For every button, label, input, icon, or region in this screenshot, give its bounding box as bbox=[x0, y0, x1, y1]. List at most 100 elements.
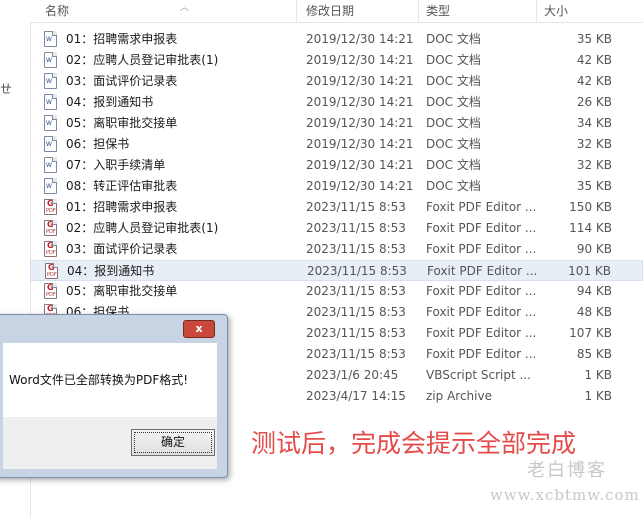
file-size: 26 KB bbox=[576, 95, 612, 109]
column-size[interactable]: 大小 bbox=[544, 2, 568, 20]
file-date: 2023/11/15 8:53 bbox=[306, 284, 406, 298]
file-type: DOC 文档 bbox=[426, 74, 481, 88]
file-type: Foxit PDF Editor ... bbox=[426, 305, 537, 319]
file-type: DOC 文档 bbox=[426, 179, 481, 193]
file-date: 2023/11/15 8:53 bbox=[306, 347, 406, 361]
file-date: 2023/1/6 20:45 bbox=[306, 368, 399, 382]
doc-file-icon: W bbox=[44, 73, 57, 89]
doc-file-icon: W bbox=[44, 52, 57, 68]
close-button[interactable]: x bbox=[183, 320, 215, 338]
ok-button[interactable]: 确定 bbox=[131, 429, 215, 456]
file-size: 48 KB bbox=[576, 305, 612, 319]
column-type[interactable]: 类型 bbox=[426, 2, 450, 20]
file-row[interactable]: G PDF 03：面试评价记录表 2023/11/15 8:53 Foxit PDF E… bbox=[30, 239, 643, 260]
file-size: 42 KB bbox=[576, 74, 612, 88]
doc-file-icon: W bbox=[44, 178, 57, 194]
file-name: 08：转正评估审批表 bbox=[66, 179, 178, 193]
doc-file-icon: W bbox=[44, 136, 57, 152]
dialog-message: Word文件已全部转换为PDF格式! bbox=[9, 373, 189, 387]
file-name: 04：报到通知书 bbox=[67, 264, 155, 278]
file-type: DOC 文档 bbox=[426, 158, 481, 172]
file-size: 1 KB bbox=[584, 368, 612, 382]
file-row[interactable]: W 03：面试评价记录表 2019/12/30 14:21 DOC 文档 42 KB bbox=[30, 71, 643, 92]
column-date[interactable]: 修改日期 bbox=[306, 2, 354, 20]
file-date: 2019/12/30 14:21 bbox=[306, 74, 414, 88]
file-size: 35 KB bbox=[576, 32, 612, 46]
file-type: DOC 文档 bbox=[426, 95, 481, 109]
file-date: 2023/11/15 8:53 bbox=[306, 242, 406, 256]
file-name: 01：招聘需求申报表 bbox=[66, 32, 178, 46]
sort-arrow-icon: ︿ bbox=[180, 3, 190, 13]
file-type: DOC 文档 bbox=[426, 116, 481, 130]
file-type: Foxit PDF Editor ... bbox=[426, 347, 537, 361]
file-date: 2019/12/30 14:21 bbox=[306, 158, 414, 172]
nav-item-fragment[interactable]: ㄝ bbox=[0, 80, 12, 97]
dialog-footer: 确定 bbox=[3, 417, 217, 469]
file-date: 2023/11/15 8:53 bbox=[306, 200, 406, 214]
file-type: VBScript Script ... bbox=[426, 368, 531, 382]
file-size: 32 KB bbox=[576, 158, 612, 172]
file-size: 150 KB bbox=[569, 200, 612, 214]
file-row[interactable]: G PDF 01：招聘需求申报表 2023/11/15 8:53 Foxit PDF E… bbox=[30, 197, 643, 218]
file-size: 32 KB bbox=[576, 137, 612, 151]
file-size: 114 KB bbox=[569, 221, 612, 235]
file-type: Foxit PDF Editor ... bbox=[426, 284, 537, 298]
column-divider[interactable] bbox=[296, 0, 297, 22]
column-divider[interactable] bbox=[418, 0, 419, 22]
pdf-file-icon: GPDF bbox=[44, 220, 57, 236]
file-row[interactable]: W 08：转正评估审批表 2019/12/30 14:21 DOC 文档 35 KB bbox=[30, 176, 643, 197]
file-size: 34 KB bbox=[576, 116, 612, 130]
file-name: 05：离职审批交接单 bbox=[66, 284, 178, 298]
file-row[interactable]: G PDF 02：应聘人员登记审批表(1) 2023/11/15 8:53 Foxit … bbox=[30, 218, 643, 239]
file-size: 101 KB bbox=[568, 264, 611, 278]
pdf-file-icon: GPDF bbox=[44, 199, 57, 215]
file-type: Foxit PDF Editor ... bbox=[427, 264, 538, 278]
watermark-url: www.xcbtmw.com bbox=[490, 486, 640, 504]
file-date: 2019/12/30 14:21 bbox=[306, 32, 414, 46]
file-row[interactable]: W 06：担保书 2019/12/30 14:21 DOC 文档 32 KB bbox=[30, 134, 643, 155]
pdf-file-icon: GPDF bbox=[44, 283, 57, 299]
file-row[interactable]: W 05：离职审批交接单 2019/12/30 14:21 DOC 文档 34 KB bbox=[30, 113, 643, 134]
file-size: 35 KB bbox=[576, 179, 612, 193]
file-size: 94 KB bbox=[576, 284, 612, 298]
file-name: 03：面试评价记录表 bbox=[66, 74, 178, 88]
dialog-body: Word文件已全部转换为PDF格式! bbox=[3, 343, 217, 417]
file-row[interactable]: G PDF 04：报到通知书 2023/11/15 8:53 Foxit PDF Edi… bbox=[30, 260, 643, 281]
file-row[interactable]: W 01：招聘需求申报表 2019/12/30 14:21 DOC 文档 35 KB bbox=[30, 29, 643, 50]
watermark-title: 老白博客 bbox=[527, 460, 607, 481]
file-name: 03：面试评价记录表 bbox=[66, 242, 178, 256]
file-name: 01：招聘需求申报表 bbox=[66, 200, 178, 214]
file-size: 90 KB bbox=[576, 242, 612, 256]
file-type: Foxit PDF Editor ... bbox=[426, 242, 537, 256]
doc-file-icon: W bbox=[44, 115, 57, 131]
doc-file-icon: W bbox=[44, 157, 57, 173]
file-row[interactable]: W 04：报到通知书 2019/12/30 14:21 DOC 文档 26 KB bbox=[30, 92, 643, 113]
file-date: 2023/11/15 8:53 bbox=[306, 326, 406, 340]
file-size: 1 KB bbox=[584, 389, 612, 403]
file-date: 2023/11/15 8:53 bbox=[306, 221, 406, 235]
column-divider[interactable] bbox=[536, 0, 537, 22]
file-date: 2019/12/30 14:21 bbox=[306, 95, 414, 109]
file-size: 42 KB bbox=[576, 53, 612, 67]
file-type: Foxit PDF Editor ... bbox=[426, 326, 537, 340]
file-name: 02：应聘人员登记审批表(1) bbox=[66, 53, 219, 67]
file-row[interactable]: W 07：入职手续清单 2019/12/30 14:21 DOC 文档 32 KB bbox=[30, 155, 643, 176]
file-type: DOC 文档 bbox=[426, 32, 481, 46]
file-name: 05：离职审批交接单 bbox=[66, 116, 178, 130]
pdf-file-icon: GPDF bbox=[45, 263, 58, 279]
pdf-file-icon: GPDF bbox=[44, 241, 57, 257]
file-row[interactable]: W 02：应聘人员登记审批表(1) 2019/12/30 14:21 DOC 文档 42… bbox=[30, 50, 643, 71]
file-date: 2023/11/15 8:53 bbox=[306, 305, 406, 319]
annotation-text: 测试后，完成会提示全部完成 bbox=[251, 429, 577, 458]
file-name: 02：应聘人员登记审批表(1) bbox=[66, 221, 219, 235]
file-type: Foxit PDF Editor ... bbox=[426, 200, 537, 214]
file-date: 2019/12/30 14:21 bbox=[306, 53, 414, 67]
file-name: 04：报到通知书 bbox=[66, 95, 154, 109]
file-date: 2019/12/30 14:21 bbox=[306, 137, 414, 151]
file-row[interactable]: G PDF 05：离职审批交接单 2023/11/15 8:53 Foxit PDF E… bbox=[30, 281, 643, 302]
file-type: DOC 文档 bbox=[426, 53, 481, 67]
column-name[interactable]: 名称 bbox=[45, 2, 69, 20]
file-size: 85 KB bbox=[576, 347, 612, 361]
file-type: Foxit PDF Editor ... bbox=[426, 221, 537, 235]
file-type: DOC 文档 bbox=[426, 137, 481, 151]
